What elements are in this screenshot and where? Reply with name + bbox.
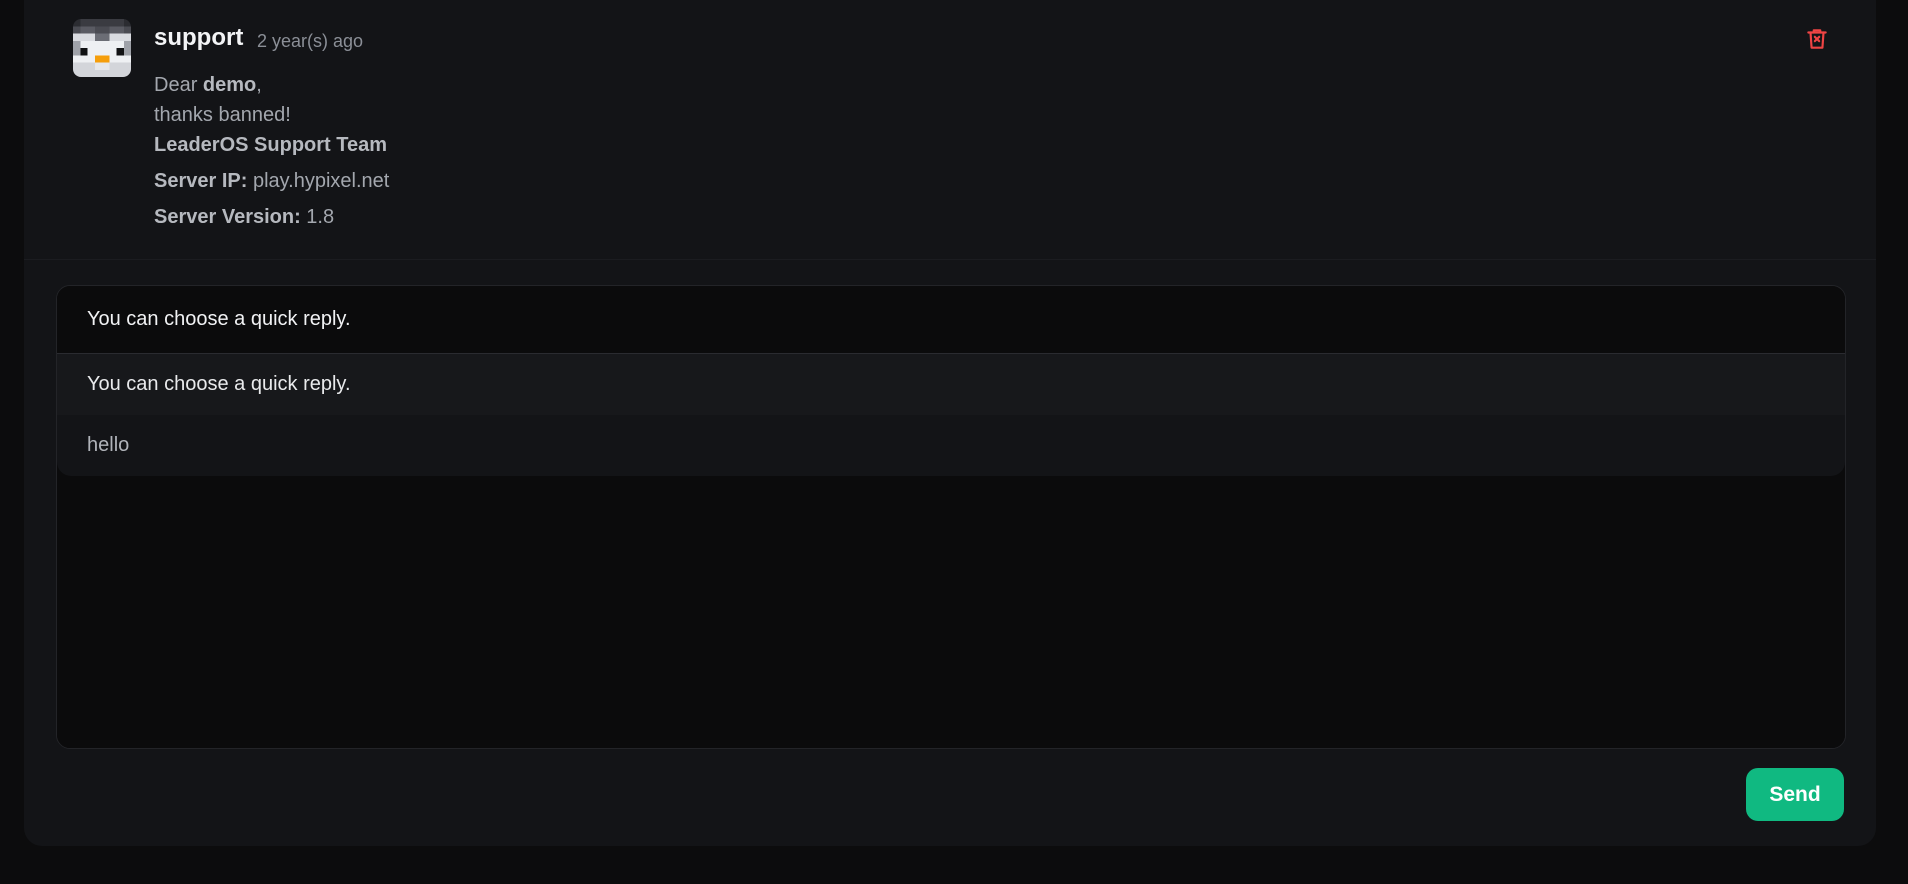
message-author: support <box>154 24 244 51</box>
reply-editor: You can choose a quick reply. You can ch… <box>56 285 1846 749</box>
signature-line: LeaderOS Support Team <box>154 130 389 160</box>
server-ip-line: Server IP: play.hypixel.net <box>154 166 389 196</box>
quick-reply-selected-value: You can choose a quick reply. <box>87 308 351 330</box>
trash-icon[interactable] <box>1804 26 1830 52</box>
server-version-label: Server Version: <box>154 206 301 228</box>
greeting-line: Dear demo, <box>154 70 389 100</box>
server-version-line: Server Version: 1.8 <box>154 202 389 232</box>
server-ip-value: play.hypixel.net <box>247 170 390 192</box>
quick-reply-option[interactable]: You can choose a quick reply. <box>57 354 1845 415</box>
send-button[interactable]: Send <box>1746 768 1844 821</box>
server-version-value: 1.8 <box>300 206 335 228</box>
quick-reply-option-label: You can choose a quick reply. <box>87 373 351 395</box>
reply-textarea[interactable] <box>57 476 1845 748</box>
quick-reply-option[interactable]: hello <box>57 415 1845 476</box>
ticket-card: support 2 year(s) ago Dear demo, thanks … <box>24 0 1876 846</box>
greeting-prefix: Dear <box>154 74 203 96</box>
greeting-suffix: , <box>256 74 262 96</box>
ticket-message: support 2 year(s) ago Dear demo, thanks … <box>24 0 1876 260</box>
message-timestamp: 2 year(s) ago <box>257 31 364 51</box>
avatar <box>73 19 131 77</box>
message-body: Dear demo, thanks banned! LeaderOS Suppo… <box>154 70 389 232</box>
server-ip-label: Server IP: <box>154 170 248 192</box>
quick-reply-select[interactable]: You can choose a quick reply. <box>57 286 1845 354</box>
signature: LeaderOS Support Team <box>154 134 388 156</box>
greeting-name: demo <box>202 74 257 96</box>
message-text: thanks banned! <box>154 104 291 126</box>
quick-reply-option-label: hello <box>87 434 130 456</box>
